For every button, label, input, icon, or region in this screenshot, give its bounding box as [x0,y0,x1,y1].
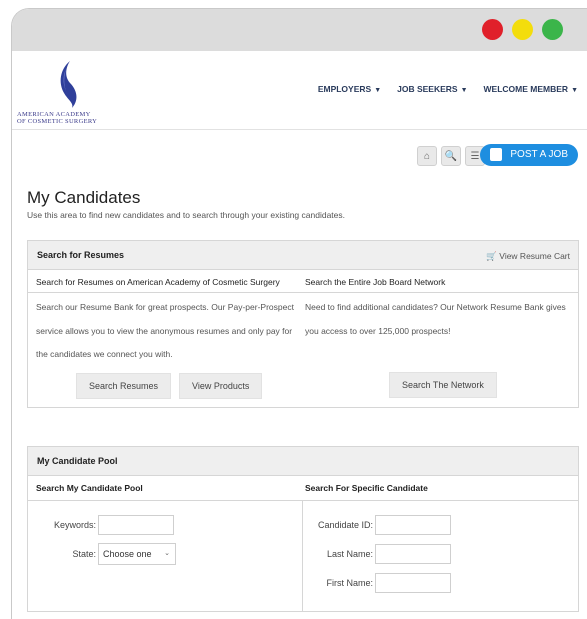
minimize-window-button[interactable] [512,19,533,40]
state-label: State: [72,549,96,559]
site-header: American Academy of Cosmetic Surgery EMP… [12,51,587,130]
chevron-down-icon: ⌄ [164,550,170,557]
panel-body: Search our Resume Bank for great prospec… [28,293,578,407]
list-icon: ☰ [470,150,480,162]
panel-title: My Candidate Pool [37,455,118,466]
nav-job-seekers[interactable]: JOB SEEKERS ▼ [397,84,467,94]
keywords-label: Keywords: [53,520,96,530]
site-logo[interactable]: American Academy of Cosmetic Surgery [17,59,127,125]
view-products-button[interactable]: View Products [179,372,263,399]
candidate-pool-form: Keywords: State: Choose one ⌄ [28,500,303,611]
last-name-label: Last Name: [326,549,373,559]
column-heading: Search the Entire Job Board Network [305,277,446,287]
close-window-button[interactable] [482,19,503,40]
candidate-id-input[interactable] [375,515,451,535]
resume-bank-column: Search our Resume Bank for great prospec… [28,293,303,407]
candidate-pool-panel: My Candidate Pool Search My Candidate Po… [27,445,579,612]
home-button[interactable]: ⌂ [417,146,437,166]
panel-header: My Candidate Pool [28,446,578,476]
form-row: Last Name: [303,540,578,569]
column-heading: Search My Candidate Pool [36,482,143,493]
resume-bank-description: Search our Resume Bank for great prospec… [36,302,294,359]
form-row: State: Choose one ⌄ [28,540,302,569]
action-toolbar: ⌂ 🔍 ☰ POST A JOB [12,130,587,170]
search-network-button[interactable]: Search The Network [389,372,497,398]
panel-body: Keywords: State: Choose one ⌄ Candidate … [28,500,578,611]
panel-title: Search for Resumes [37,250,125,260]
cart-icon: 🛒 [486,251,497,261]
window-chrome [12,9,587,51]
search-documents-button[interactable]: 🔍 [441,146,461,166]
state-select[interactable]: Choose one ⌄ [98,543,176,565]
panel-header: Search for Resumes 🛒 View Resume Cart [28,241,578,270]
panel-subheader: Search for Resumes on American Academy o… [28,270,578,293]
column-heading: Search For Specific Candidate [305,482,428,493]
network-column: Need to find additional candidates? Our … [303,293,578,407]
caret-down-icon: ▼ [374,87,382,94]
search-resumes-button[interactable]: Search Resumes [76,372,172,399]
last-name-input[interactable] [375,544,451,564]
network-description: Need to find additional candidates? Our … [305,302,566,336]
nav-welcome-member[interactable]: WELCOME MEMBER ▼ [484,84,578,94]
post-a-job-button[interactable]: POST A JOB [480,144,578,166]
maximize-window-button[interactable] [542,19,563,40]
button-group: Search The Network [389,372,578,398]
nav-employers[interactable]: EMPLOYERS ▼ [318,84,381,94]
caret-down-icon: ▼ [460,87,468,94]
keywords-input[interactable] [98,515,174,535]
search-doc-icon: 🔍 [444,150,458,162]
specific-candidate-form: Candidate ID: Last Name: First Name: [303,501,578,611]
top-navigation: EMPLOYERS ▼ JOB SEEKERS ▼ WELCOME MEMBER ▼ [318,84,578,94]
panel-subheader: Search My Candidate Pool Search For Spec… [28,476,578,501]
page-subtitle: Use this area to find new candidates and… [27,210,345,220]
form-row: First Name: [303,569,578,598]
logo-wordmark: American Academy of Cosmetic Surgery [17,111,98,125]
caret-down-icon: ▼ [571,87,578,94]
browser-window: American Academy of Cosmetic Surgery EMP… [11,8,587,619]
column-heading: Search for Resumes on American Academy o… [36,277,280,287]
home-icon: ⌂ [423,150,431,162]
first-name-label: First Name: [326,578,373,588]
button-group: Search Resumes View Products [76,372,303,399]
resume-search-panel: Search for Resumes 🛒 View Resume Cart Se… [27,240,579,408]
form-row: Candidate ID: [303,511,578,540]
post-job-icon [490,148,503,161]
candidate-id-label: Candidate ID: [317,520,373,530]
view-resume-cart-link[interactable]: 🛒 View Resume Cart [486,251,570,262]
form-row: Keywords: [28,511,302,540]
page-title: My Candidates [27,188,141,207]
first-name-input[interactable] [375,573,451,593]
logo-flame-icon [60,61,77,108]
